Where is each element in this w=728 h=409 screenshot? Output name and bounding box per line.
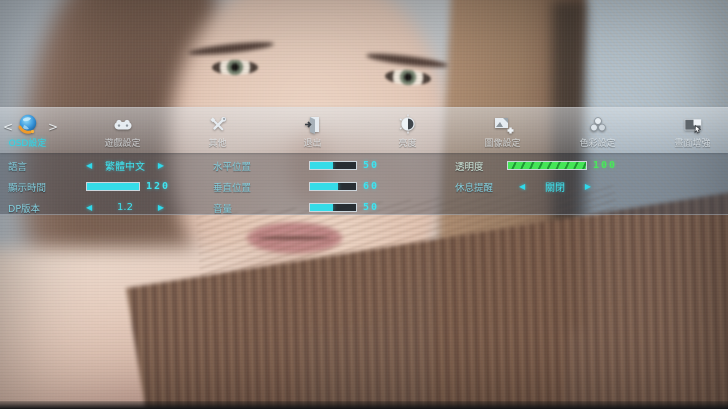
image-plus-icon [491,113,515,137]
setting-label: 顯示時間 [8,182,47,194]
tab-color-setup[interactable]: 色彩設定 [550,108,645,153]
slider-fill [508,162,586,169]
setting-label: 音量 [213,203,233,215]
tab-label: 色彩設定 [579,139,616,149]
arrow-left-icon[interactable]: ◀ [86,203,92,212]
setting-label: 語言 [8,161,28,173]
setting-label: 透明度 [455,161,484,173]
slider-value: 60 [363,181,380,192]
osd-tab-bar: OSD設定 遊戲設定 其他 退出 亮度 圖像設定 色彩設定 畫面增強 [0,107,728,153]
tab-label: 遊戲設定 [104,139,141,149]
tab-label: 圖像設定 [484,139,521,149]
tab-extra[interactable]: 其他 [170,108,265,153]
wrench-icon [206,113,230,137]
slider-track[interactable] [309,161,357,170]
tab-exit[interactable]: 退出 [265,108,360,153]
v-position-slider[interactable]: 60 [309,181,379,192]
slider-value: 50 [363,202,380,213]
h-position-slider[interactable]: 50 [309,160,379,171]
color-balls-icon [586,113,610,137]
brightness-icon [396,113,420,137]
setting-row-volume: 音量 50 [213,197,413,218]
tab-image-setup[interactable]: 圖像設定 [455,108,550,153]
settings-column-1: 語言 ◀ 繁體中文 ▶ 顯示時間 120 DP版本 ◀ 1.2 ▶ [8,155,204,218]
slider-fill [310,162,333,169]
slider-value: 120 [146,181,171,192]
arrow-left-icon[interactable]: ◀ [519,182,525,191]
setting-label: 水平位置 [213,161,252,173]
tab-next-arrow[interactable]: > [48,120,58,134]
gamepad-icon [111,113,135,137]
setting-row-transparence: 透明度 100 [455,155,670,176]
setting-label: 休息提醒 [455,182,494,194]
timeout-slider[interactable]: 120 [84,181,170,192]
tab-picture-boost[interactable]: 畫面增強 [645,108,728,153]
exit-door-icon [301,113,325,137]
photo-bottom-edge [0,401,728,409]
dp-version-select[interactable]: ◀ 1.2 ▶ [86,202,164,213]
slider-track[interactable] [309,203,357,212]
setting-label: DP版本 [8,203,41,215]
slider-fill [87,183,139,190]
select-value: 1.2 [117,202,133,213]
setting-row-break-reminder: 休息提醒 ◀ 關閉 ▶ [455,176,670,197]
slider-track[interactable] [507,161,587,170]
tab-label: OSD設定 [8,139,47,149]
osd-tabs: OSD設定 遊戲設定 其他 退出 亮度 圖像設定 色彩設定 畫面增強 [0,108,728,153]
arrow-left-icon[interactable]: ◀ [86,161,92,170]
arrow-right-icon[interactable]: ▶ [158,203,164,212]
setting-row-h-position: 水平位置 50 [213,155,413,176]
language-select[interactable]: ◀ 繁體中文 ▶ [86,158,164,173]
break-reminder-select[interactable]: ◀ 關閉 ▶ [519,179,591,194]
tab-label: 亮度 [398,139,417,149]
arrow-right-icon[interactable]: ▶ [585,182,591,191]
monitor-screen: OSD設定 遊戲設定 其他 退出 亮度 圖像設定 色彩設定 畫面增強 < > 語… [0,0,728,409]
slider-track[interactable] [309,182,357,191]
setting-row-dp-version: DP版本 ◀ 1.2 ▶ [8,197,204,218]
setting-row-language: 語言 ◀ 繁體中文 ▶ [8,155,204,176]
arrow-right-icon[interactable]: ▶ [158,161,164,170]
tab-label: 畫面增強 [674,139,711,149]
setting-row-v-position: 垂直位置 60 [213,176,413,197]
slider-value: 50 [363,160,380,171]
window-cursor-icon [681,113,705,137]
setting-row-timeout: 顯示時間 120 [8,176,204,197]
settings-column-2: 水平位置 50 垂直位置 60 音量 50 [213,155,413,218]
transparence-slider[interactable]: 100 [505,160,617,171]
select-value: 繁體中文 [105,162,145,173]
tab-game-setting[interactable]: 遊戲設定 [75,108,170,153]
tab-label: 退出 [303,139,322,149]
slider-track[interactable] [86,182,140,191]
setting-label: 垂直位置 [213,182,252,194]
tab-prev-arrow[interactable]: < [3,120,13,134]
tab-label: 其他 [208,139,227,149]
slider-fill [310,204,333,211]
settings-column-3: 透明度 100 休息提醒 ◀ 關閉 ▶ [455,155,670,197]
slider-value: 100 [593,160,618,171]
globe-icon [15,113,41,137]
volume-slider[interactable]: 50 [309,202,379,213]
tab-luminance[interactable]: 亮度 [360,108,455,153]
select-value: 關閉 [545,183,565,194]
slider-fill [310,183,338,190]
